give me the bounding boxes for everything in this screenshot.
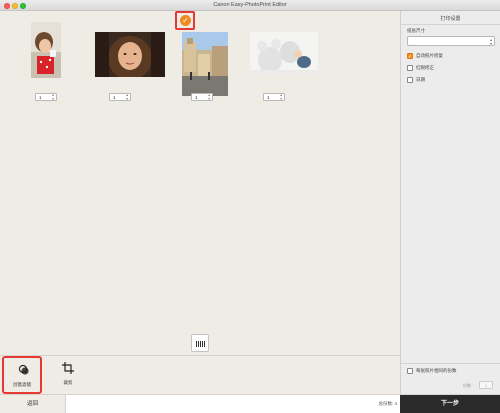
window-title: Canon Easy-PhotoPrint Editor	[213, 2, 287, 8]
title-bar: Canon Easy-PhotoPrint Editor	[0, 0, 500, 11]
paper-size-label: 纸张尺寸	[407, 28, 425, 33]
print-settings-panel: 打印设置 纸张尺寸 ▴ ▾ ✓ 自动照片修复 红眼修正 日期 每张照片相同的份数 …	[400, 11, 500, 394]
divider	[401, 363, 500, 364]
date-label: 日期	[416, 77, 425, 82]
footer-bar: 返回 总份数: 4 下一步	[0, 394, 500, 413]
stepper-arrows-icon: ▴ ▾	[126, 93, 128, 101]
copies-input[interactable]: 1	[479, 381, 493, 389]
edit-toolbar: 创意滤镜 裁剪	[0, 355, 400, 394]
panel-title: 打印设置	[440, 16, 461, 22]
stepper-arrows-icon: ▴ ▾	[208, 93, 210, 101]
stepper-arrows-icon: ▴ ▾	[52, 93, 54, 101]
auto-photo-fix-checkbox[interactable]: ✓	[407, 53, 413, 60]
photo-thumbnail-4[interactable]	[250, 32, 318, 75]
stepper-arrows-icon: ▴ ▾	[280, 93, 282, 101]
crop-label: 裁剪	[63, 380, 73, 385]
copies-selector-3[interactable]: 1 ▴ ▾	[191, 93, 213, 101]
copies-selector-1[interactable]: 1 ▴ ▾	[35, 93, 57, 101]
date-checkbox[interactable]	[407, 77, 413, 83]
next-button[interactable]: 下一步	[400, 395, 500, 413]
photo-thumbnail-2[interactable]	[95, 32, 165, 77]
red-eye-label: 红眼修正	[416, 65, 434, 70]
creative-filter-label: 创意滤镜	[13, 382, 31, 387]
copies-selector-2[interactable]: 1 ▴ ▾	[109, 93, 131, 101]
copies-label: 份数	[463, 383, 471, 388]
view-toggle-button[interactable]	[191, 334, 209, 352]
photo-canvas: 1 ▴ ▾ 1 ▴ ▾ 1 ▴ ▾ 1 ▴ ▾ ✓	[0, 11, 400, 355]
selected-photo-marker[interactable]: ✓	[175, 11, 195, 30]
photo-thumbnail-1[interactable]	[31, 22, 61, 78]
paper-size-dropdown[interactable]: ▴ ▾	[407, 36, 495, 46]
check-icon: ✓	[180, 15, 191, 26]
copies-selector-4[interactable]: 1 ▴ ▾	[263, 93, 285, 101]
chevron-updown-icon: ▴ ▾	[489, 37, 492, 46]
same-copies-checkbox[interactable]	[407, 368, 413, 374]
crop-button[interactable]: 裁剪	[48, 356, 88, 394]
filter-icon	[18, 364, 29, 375]
divider	[401, 24, 500, 25]
back-button[interactable]: 返回	[0, 395, 66, 413]
red-eye-checkbox[interactable]	[407, 65, 413, 71]
photo-thumbnail-3[interactable]	[182, 32, 228, 96]
auto-photo-fix-label: 自动照片修复	[416, 53, 443, 58]
same-copies-label: 每张照片相同的份数	[416, 368, 457, 373]
crop-icon	[62, 362, 74, 374]
creative-filter-button[interactable]: 创意滤镜	[2, 356, 42, 394]
grid-view-icon	[196, 341, 206, 347]
total-copies: 总份数: 4	[378, 401, 397, 406]
